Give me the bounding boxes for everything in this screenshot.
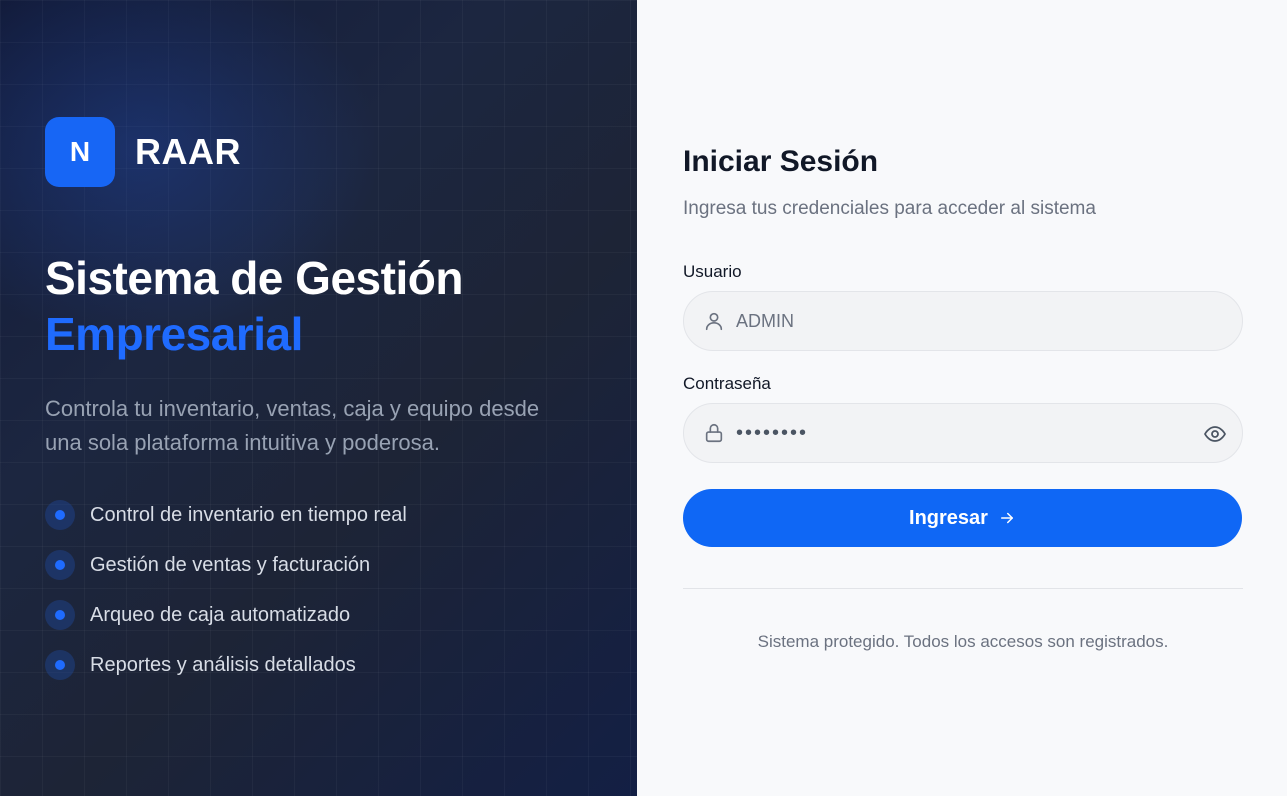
feature-label: Gestión de ventas y facturación [90,553,371,576]
login-button[interactable]: Ingresar [683,489,1242,547]
user-icon [702,309,726,333]
security-note: Sistema protegido. Todos los accesos son… [757,632,1169,651]
password-label: Contraseña [683,374,771,393]
bullet-icon [45,650,75,680]
login-subtitle: Ingresa tus credenciales para acceder al… [683,198,1096,219]
password-input[interactable] [736,421,1176,445]
login-button-label: Ingresar [909,506,988,529]
feature-item: Arqueo de caja automatizado [45,600,407,630]
feature-label: Control de inventario en tiempo real [90,503,407,526]
username-label: Usuario [683,262,742,281]
bullet-icon [45,600,75,630]
eye-icon[interactable] [1202,421,1228,447]
logo: N [45,117,115,187]
brand-panel: N RAAR Sistema de Gestión Empresarial Co… [0,0,637,796]
feature-label: Reportes y análisis detallados [90,653,356,676]
brand-name: RAAR [135,131,241,172]
feature-list: Control de inventario en tiempo real Ges… [45,500,407,700]
hero-title-line1: Sistema de Gestión [45,252,463,304]
feature-item: Reportes y análisis detallados [45,650,407,680]
brand: N RAAR [45,117,241,187]
hero-description: Controla tu inventario, ventas, caja y e… [45,396,540,455]
login-title: Iniciar Sesión [683,145,879,178]
lock-icon [702,421,726,445]
hero-title-accent: Empresarial [45,308,303,360]
feature-item: Gestión de ventas y facturación [45,550,407,580]
arrow-right-icon [998,509,1016,527]
password-field[interactable] [683,403,1243,463]
username-field[interactable] [683,291,1243,351]
bullet-icon [45,550,75,580]
feature-item: Control de inventario en tiempo real [45,500,407,530]
bullet-icon [45,500,75,530]
login-panel: Iniciar Sesión Ingresa tus credenciales … [637,0,1287,796]
hero-title: Sistema de Gestión Empresarial [45,250,463,362]
username-input[interactable] [736,310,1176,332]
feature-label: Arqueo de caja automatizado [90,603,351,626]
divider [683,588,1243,589]
